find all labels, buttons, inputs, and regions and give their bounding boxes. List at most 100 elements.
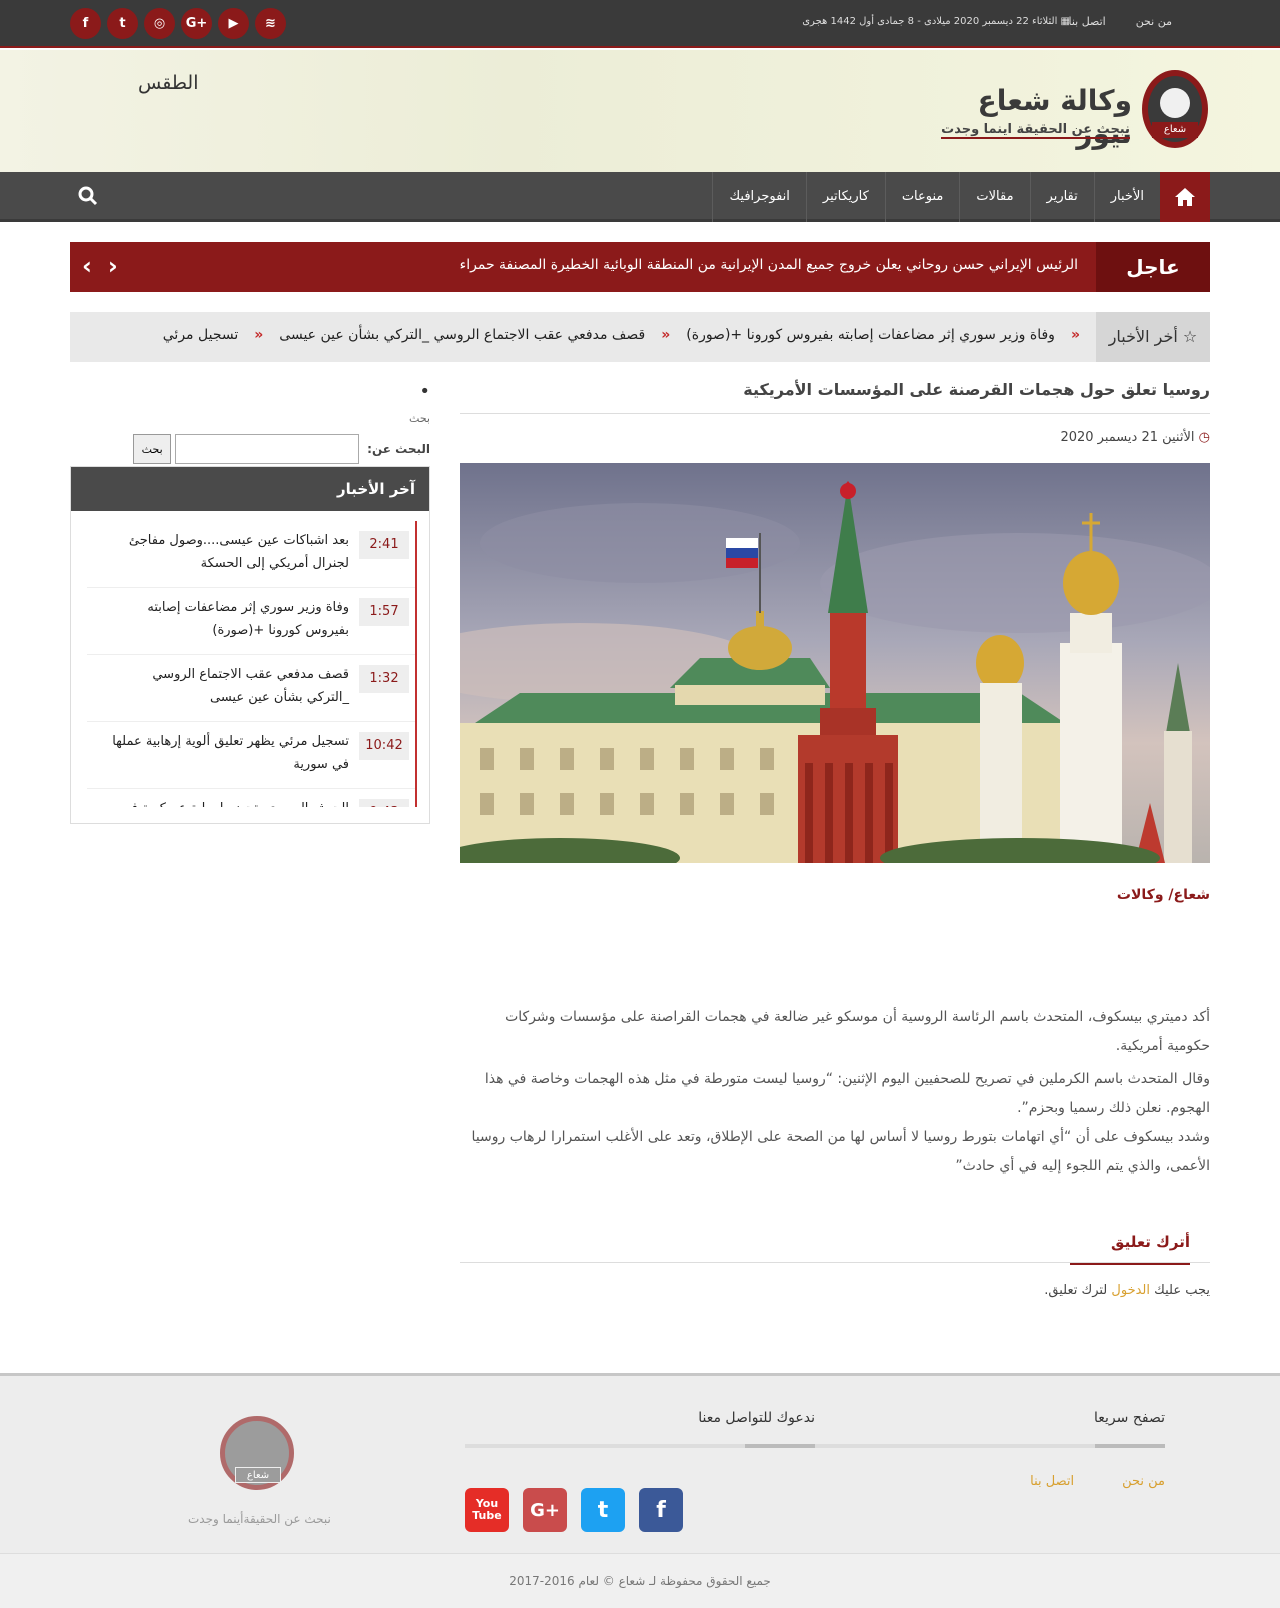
site-logo[interactable]: شعاع وكالة شعاع نيوز نبحث عن الحقيقة اين… [938,70,1208,150]
article-paragraph: أكد دميتري بيسكوف، المتحدث باسم الرئاسة … [505,1009,1210,1054]
list-item[interactable]: 10:42 تسجيل مرئي يظهر تعليق ألوية إرهابي… [87,722,415,789]
article-source: شعاع/ وكالات [1116,887,1210,903]
chevron-left-icon[interactable]: ‹ [82,252,92,280]
top-links: من نحن اتصل بنا [1068,15,1172,28]
double-chevron-icon: « [661,327,671,343]
latest-news-ticker: ☆ أخر الأخبار « وفاة وزير سوري إثر مضاعف… [70,312,1210,362]
footer-browse-heading: تصفح سريعا [1094,1410,1165,1426]
logo-slogan: نبحث عن الحقيقة اينما وجدت [941,122,1130,139]
top-link-about[interactable]: من نحن [1136,15,1172,28]
news-time: 1:32 [359,665,409,693]
chevron-right-icon[interactable]: › [108,252,118,280]
instagram-icon[interactable]: ◎ [144,8,175,39]
facebook-icon[interactable]: f [639,1488,683,1532]
search-label: البحث عن: [367,442,430,456]
login-link[interactable]: الدخول [1111,1283,1150,1298]
news-time: 10:42 [359,732,409,760]
footer-links: من نحن اتصل بنا [815,1474,1165,1489]
list-item[interactable]: 2:41 بعد اشباكات عين عيسى....وصول مفاجئ … [87,521,415,588]
list-item[interactable]: 9:43 الجيش السوري يتحضر لعملية عسكرية في [87,789,415,807]
calendar-icon: ▦ [1057,16,1070,27]
ticker-item[interactable]: تسجيل مرئي [163,327,239,343]
footer-link-contact[interactable]: اتصل بنا [1030,1474,1074,1489]
footer-slogan: نبحث عن الحقيقةأينما وجدت [188,1512,331,1526]
search-title: بحث [409,412,430,425]
footer-connect: ندعوك للتواصل معنا You Tube G+ t f [465,1410,815,1532]
star-icon: ☆ [1177,327,1198,346]
weather-widget: الطقس [138,72,199,94]
ticker-item[interactable]: وفاة وزير سوري إثر مضاعفات إصابته بفيروس… [686,327,1055,343]
youtube-icon[interactable]: You Tube [465,1488,509,1532]
article-paragraph: وقال المتحدث باسم الكرملين في تصريح للصح… [484,1071,1210,1116]
aperture-logo-icon: شعاع [1142,70,1208,148]
footer-browse: تصفح سريعا من نحن اتصل بنا [815,1410,1165,1489]
list-item[interactable]: 1:32 قصف مدفعي عقب الاجتماع الروسي _التر… [87,655,415,722]
breaking-news-bar: عاجل الرئيس الإيراني حسن روحاني يعلن خرو… [70,242,1210,292]
ticker-item[interactable]: قصف مدفعي عقب الاجتماع الروسي _التركي بش… [279,327,645,343]
site-header: شعاع وكالة شعاع نيوز نبحث عن الحقيقة اين… [0,50,1280,172]
news-time: 9:43 [359,799,409,807]
home-button[interactable] [1160,172,1210,222]
footer-logo[interactable]: شعاع [220,1416,294,1494]
footer-social: You Tube G+ t f [465,1488,753,1532]
date-display: ▦ الثلاثاء 22 ديسمبر 2020 ميلادى - 8 جما… [802,16,1070,27]
search-icon [78,186,98,206]
article-date: ◷ الأثنين 21 ديسمبر 2020 [1060,430,1210,445]
article-paragraph: وشدد بيسكوف على أن “أي اتهامات بتورط روس… [471,1129,1210,1174]
latest-news-widget: آخر الأخبار 2:41 بعد اشباكات عين عيسى...… [70,466,430,824]
search-submit-button[interactable]: بحث [133,434,172,464]
ticker-items: « وفاة وزير سوري إثر مضاعفات إصابته بفير… [163,327,1096,343]
nav-item-caricature[interactable]: كاريكاتير [805,172,885,222]
bullet-icon: • [419,381,430,402]
main-nav: الأخبار تقارير مقالات منوعات كاريكاتير ا… [0,172,1280,222]
footer-link-about[interactable]: من نحن [1122,1474,1165,1489]
footer-connect-heading: ندعوك للتواصل معنا [698,1410,815,1426]
footer-divider [815,1444,1165,1448]
breaking-arrows: ‹ › [82,252,118,280]
google-plus-icon[interactable]: G+ [523,1488,567,1532]
nav-item-news[interactable]: الأخبار [1093,172,1160,222]
google-plus-icon[interactable]: G+ [181,8,212,39]
footer-divider [465,1444,815,1448]
comment-section-header: أترك تعليق [460,1221,1210,1265]
rss-icon[interactable]: ≋ [255,8,286,39]
home-icon [1175,188,1195,206]
nav-item-misc[interactable]: منوعات [884,172,960,222]
logo-tag: شعاع [1152,122,1198,138]
latest-news-heading: آخر الأخبار [71,467,429,511]
top-bar: من نحن اتصل بنا ▦ الثلاثاء 22 ديسمبر 202… [0,0,1280,48]
article: روسيا تعلق حول هجمات القرصنة على المؤسسا… [460,380,1210,1298]
nav-item-infographic[interactable]: انفوجرافيك [712,172,805,222]
news-title[interactable]: بعد اشباكات عين عيسى....وصول مفاجئ لجنرا… [109,529,349,575]
nav-item-reports[interactable]: تقارير [1029,172,1094,222]
kremlin-illustration [460,463,1210,863]
breaking-text[interactable]: الرئيس الإيراني حسن روحاني يعلن خروج جمي… [460,257,1078,273]
breaking-label: عاجل [1096,242,1210,292]
latest-news-list[interactable]: 2:41 بعد اشباكات عين عيسى....وصول مفاجئ … [87,521,417,807]
news-time: 2:41 [359,531,409,559]
news-title[interactable]: قصف مدفعي عقب الاجتماع الروسي _التركي بش… [109,663,349,709]
youtube-icon[interactable]: ▶ [218,8,249,39]
facebook-icon[interactable]: f [70,8,101,39]
sidebar-search: • بحث البحث عن: بحث [70,381,430,464]
logo-title: وكالة شعاع نيوز [977,84,1133,150]
search-button[interactable] [78,186,98,210]
comment-heading: أترك تعليق [1070,1233,1190,1265]
twitter-icon[interactable]: t [107,8,138,39]
article-image-kremlin [460,463,1210,863]
copyright: جميع الحقوق محفوظة لـ شعاع © لعام 2016-2… [0,1553,1280,1608]
news-title[interactable]: وفاة وزير سوري إثر مضاعفات إصابته بفيروس… [109,596,349,642]
news-time: 1:57 [359,598,409,626]
aperture-logo-icon: شعاع [220,1416,294,1490]
twitter-icon[interactable]: t [581,1488,625,1532]
clock-icon: ◷ [1194,430,1210,445]
news-title[interactable]: الجيش السوري يتحضر لعملية عسكرية في [109,797,349,807]
news-title[interactable]: تسجيل مرئي يظهر تعليق ألوية إرهابية عمله… [109,730,349,776]
double-chevron-icon: « [1070,327,1080,343]
comment-login-note: يجب عليك الدخول لترك تعليق. [1044,1283,1210,1298]
list-item[interactable]: 1:57 وفاة وزير سوري إثر مضاعفات إصابته ب… [87,588,415,655]
search-input[interactable] [175,434,360,464]
article-title: روسيا تعلق حول هجمات القرصنة على المؤسسا… [460,380,1210,414]
nav-item-articles[interactable]: مقالات [959,172,1029,222]
top-link-contact[interactable]: اتصل بنا [1068,15,1105,28]
